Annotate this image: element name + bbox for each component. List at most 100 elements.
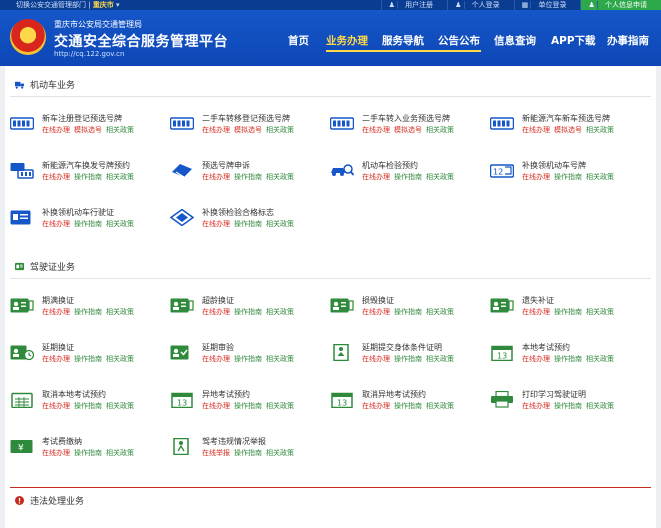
policy-link[interactable]: 相关政策 — [106, 402, 134, 410]
policy-link[interactable]: 相关政策 — [106, 126, 134, 134]
vehicle-item-title[interactable]: 二手车转移登记预选号牌 — [202, 113, 290, 124]
driving-item-title[interactable]: 延期审验 — [202, 342, 234, 353]
online-apply-link[interactable]: 在线办理 — [202, 308, 230, 316]
region-switcher[interactable]: 切换公安交通管理部门 | 重庆市 ▾ — [16, 0, 120, 10]
guide-link[interactable]: 操作指南 — [394, 402, 422, 410]
guide-link[interactable]: 操作指南 — [234, 402, 262, 410]
vehicle-item-title[interactable]: 补换领机动车号牌 — [522, 160, 586, 171]
guide-link[interactable]: 操作指南 — [554, 402, 582, 410]
vehicle-item-title[interactable]: 二手车转入业务预选号牌 — [362, 113, 450, 124]
guide-link[interactable]: 操作指南 — [74, 449, 102, 457]
current-city[interactable]: 重庆市 — [93, 1, 114, 9]
online-apply-link[interactable]: 在线办理 — [42, 126, 70, 134]
policy-link[interactable]: 相关政策 — [586, 402, 614, 410]
driving-item[interactable]: 超龄换证在线办理 操作指南 相关政策 — [170, 295, 325, 329]
vehicle-item-title[interactable]: 机动车检验预约 — [362, 160, 418, 171]
vehicle-item[interactable]: 新能源汽车新车预选号牌 在线办理 模拟选号 相关政策 — [489, 113, 645, 147]
policy-link[interactable]: 相关政策 — [426, 355, 454, 363]
online-apply-link[interactable]: 在线办理 — [522, 355, 550, 363]
guide-link[interactable]: 模拟选号 — [394, 126, 422, 134]
policy-link[interactable]: 相关政策 — [266, 402, 294, 410]
driving-item-title[interactable]: 期满换证 — [42, 295, 74, 306]
vehicle-item-title[interactable]: 补换领机动车行驶证 — [42, 207, 114, 218]
driving-item[interactable]: 打印学习驾驶证明 在线办理 操作指南 相关政策 — [490, 389, 645, 423]
policy-link[interactable]: 相关政策 — [106, 308, 134, 316]
policy-link[interactable]: 相关政策 — [266, 126, 294, 134]
driving-item[interactable]: 13 本地考试预约 在线办理 操作指南 相关政策 — [490, 342, 645, 376]
driving-item-title[interactable]: 异地考试预约 — [202, 389, 250, 400]
online-apply-link[interactable]: 在线办理 — [362, 173, 390, 181]
policy-link[interactable]: 相关政策 — [266, 308, 294, 316]
guide-link[interactable]: 操作指南 — [234, 308, 262, 316]
policy-link[interactable]: 相关政策 — [586, 173, 614, 181]
vehicle-item[interactable]: 补换领检验合格标志 在线办理 操作指南 相关政策 — [169, 207, 325, 241]
online-apply-link[interactable]: 在线办理 — [362, 308, 390, 316]
online-apply-link[interactable]: 在线办理 — [42, 220, 70, 228]
unit-login-link[interactable]: ▦ 单位登录 — [513, 0, 581, 10]
driving-item[interactable]: 驾考违规情况举报 在线举报 操作指南 相关政策 — [170, 436, 325, 470]
policy-link[interactable]: 相关政策 — [106, 355, 134, 363]
driving-item[interactable]: ¥ 考试费缴纳 在线办理 操作指南 相关政策 — [10, 436, 165, 470]
driving-item[interactable]: 延期提交身体条件证明 在线办理 操作指南 相关政策 — [330, 342, 485, 376]
online-apply-link[interactable]: 在线办理 — [202, 220, 230, 228]
vehicle-item[interactable]: 二手车转入业务预选号牌 在线办理 模拟选号 相关政策 — [329, 113, 485, 147]
driving-item[interactable]: 延期审验在线办理 操作指南 相关政策 — [170, 342, 325, 376]
nav-guide[interactable]: 办事指南 — [607, 33, 661, 67]
guide-link[interactable]: 操作指南 — [234, 449, 262, 457]
driving-item[interactable]: 损毁换证 在线办理 操作指南 相关政策 — [330, 295, 485, 329]
guide-link[interactable]: 操作指南 — [394, 173, 422, 181]
driving-item-title[interactable]: 延期换证 — [42, 342, 74, 353]
online-apply-link[interactable]: 在线办理 — [362, 355, 390, 363]
guide-link[interactable]: 操作指南 — [234, 220, 262, 228]
online-apply-link[interactable]: 在线办理 — [42, 173, 70, 181]
policy-link[interactable]: 相关政策 — [266, 220, 294, 228]
policy-link[interactable]: 相关政策 — [266, 355, 294, 363]
policy-link[interactable]: 相关政策 — [426, 173, 454, 181]
driving-item-title[interactable]: 超龄换证 — [202, 295, 234, 306]
driving-item[interactable]: 13 异地考试预约 在线办理 操作指南 相关政策 — [170, 389, 325, 423]
vehicle-item[interactable]: 新能源汽车换发号牌预约 在线办理 操作指南 相关政策 — [10, 160, 165, 194]
driving-item-title[interactable]: 驾考违规情况举报 — [202, 436, 266, 447]
policy-link[interactable]: 相关政策 — [106, 173, 134, 181]
online-apply-link[interactable]: 在线办理 — [42, 449, 70, 457]
policy-link[interactable]: 相关政策 — [426, 402, 454, 410]
driving-item-title[interactable]: 遗失补证 — [522, 295, 554, 306]
register-link[interactable]: ♟ 用户注册 — [380, 0, 448, 10]
driving-item[interactable]: 取消本地考试预约 在线办理 操作指南 相关政策 — [10, 389, 165, 423]
driving-item-title[interactable]: 损毁换证 — [362, 295, 394, 306]
driving-item-title[interactable]: 取消异地考试预约 — [362, 389, 426, 400]
driving-item[interactable]: 遗失补证 在线办理 操作指南 相关政策 — [490, 295, 645, 329]
online-apply-link[interactable]: 在线办理 — [522, 308, 550, 316]
vehicle-item[interactable]: 12 补换领机动车号牌 在线办理 操作指南 相关政策 — [489, 160, 645, 194]
vehicle-item[interactable]: 机动车检验预约 在线办理 操作指南 相关政策 — [330, 160, 485, 194]
online-apply-link[interactable]: 在线办理 — [202, 126, 230, 134]
driving-item-title[interactable]: 延期提交身体条件证明 — [362, 342, 442, 353]
policy-link[interactable]: 相关政策 — [266, 173, 294, 181]
guide-link[interactable]: 操作指南 — [554, 173, 582, 181]
driving-item-title[interactable]: 考试费缴纳 — [42, 436, 82, 447]
guide-link[interactable]: 模拟选号 — [74, 126, 102, 134]
apply-info-link[interactable]: ♟ 个人信息申请 — [580, 0, 661, 10]
online-apply-link[interactable]: 在线举报 — [202, 449, 230, 457]
guide-link[interactable]: 操作指南 — [234, 355, 262, 363]
personal-login-link[interactable]: ♟ 个人登录 — [447, 0, 514, 10]
online-apply-link[interactable]: 在线办理 — [362, 126, 390, 134]
driving-item-title[interactable]: 打印学习驾驶证明 — [522, 389, 586, 400]
vehicle-item-title[interactable]: 预选号牌申诉 — [202, 160, 250, 171]
online-apply-link[interactable]: 在线办理 — [362, 402, 390, 410]
driving-item[interactable]: 13 取消异地考试预约 在线办理 操作指南 相关政策 — [330, 389, 485, 423]
policy-link[interactable]: 相关政策 — [106, 449, 134, 457]
online-apply-link[interactable]: 在线办理 — [42, 402, 70, 410]
vehicle-item[interactable]: 新车注册登记预选号牌 在线办理 模拟选号 相关政策 — [9, 113, 165, 147]
guide-link[interactable]: 操作指南 — [74, 402, 102, 410]
guide-link[interactable]: 操作指南 — [74, 173, 102, 181]
online-apply-link[interactable]: 在线办理 — [202, 355, 230, 363]
driving-item[interactable]: 延期换证 在线办理 操作指南 相关政策 — [10, 342, 165, 376]
vehicle-item-title[interactable]: 补换领检验合格标志 — [202, 207, 274, 218]
guide-link[interactable]: 操作指南 — [554, 355, 582, 363]
policy-link[interactable]: 相关政策 — [586, 355, 614, 363]
guide-link[interactable]: 模拟选号 — [234, 126, 262, 134]
vehicle-item-title[interactable]: 新能源汽车换发号牌预约 — [42, 160, 130, 171]
online-apply-link[interactable]: 在线办理 — [42, 355, 70, 363]
online-apply-link[interactable]: 在线办理 — [522, 173, 550, 181]
